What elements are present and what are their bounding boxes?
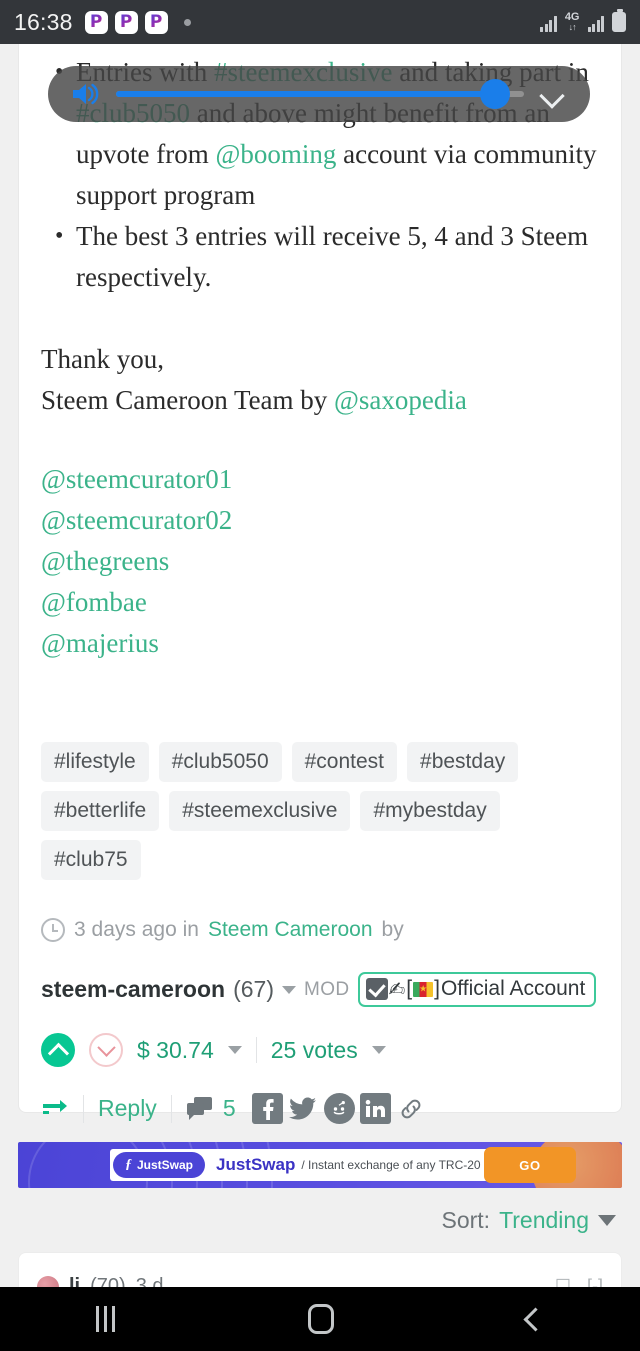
- justswap-logo: ƒ JustSwap: [113, 1152, 206, 1178]
- chevron-down-icon[interactable]: [538, 79, 568, 109]
- check-mark-icon: [365, 978, 388, 1000]
- reply-button[interactable]: Reply: [98, 1095, 157, 1122]
- tag-chip[interactable]: #lifestyle: [41, 742, 149, 782]
- comment-bubble-icon: [186, 1096, 212, 1120]
- comment-count: 5: [222, 1095, 236, 1121]
- sort-label: Sort:: [441, 1207, 491, 1233]
- data-transfer-arrows-icon: ↓↑: [568, 22, 577, 32]
- author-role-label: MOD: [303, 978, 350, 1000]
- divider: [170, 1094, 172, 1123]
- advertisement-banner[interactable]: ƒ JustSwap JustSwap / Instant exchange o…: [18, 1142, 622, 1188]
- signal-bars-icon-2: [587, 15, 604, 32]
- tag-list: #lifestyle #club5050 #contest #bestday #…: [19, 742, 621, 880]
- mention-link[interactable]: @thegreens: [41, 541, 599, 582]
- author-reputation: (67): [233, 976, 274, 1002]
- mention-link[interactable]: @majerius: [41, 623, 599, 664]
- bracket-close: ]: [434, 977, 440, 1000]
- volume-overlay[interactable]: [48, 66, 590, 122]
- chevron-down-icon[interactable]: [281, 985, 296, 994]
- vote-count[interactable]: 25 votes: [271, 1037, 358, 1064]
- page-scroll-area[interactable]: Entries with #steemexclusive and taking …: [0, 44, 640, 1312]
- post-card: Entries with #steemexclusive and taking …: [18, 44, 622, 1124]
- ad-description: / Instant exchange of any TRC-20 token: [301, 1158, 514, 1172]
- reddit-icon[interactable]: [323, 1093, 355, 1124]
- status-bar-notification-icons: P P P: [84, 10, 191, 34]
- status-bar: 16:38 P P P 4G ↓↑: [0, 0, 640, 44]
- justswap-mark-icon: ƒ: [125, 1157, 132, 1172]
- recents-icon[interactable]: [96, 1306, 116, 1332]
- vote-row: $ 30.74 25 votes: [19, 1033, 621, 1067]
- mention-link[interactable]: @steemcurator01: [41, 459, 599, 500]
- comment-group[interactable]: 5: [186, 1095, 236, 1122]
- payout-amount[interactable]: $ 30.74: [137, 1037, 214, 1064]
- upvote-button[interactable]: [41, 1033, 75, 1067]
- tag-chip[interactable]: #club75: [41, 840, 141, 880]
- mention-link[interactable]: @fombae: [41, 582, 599, 623]
- link-icon[interactable]: [396, 1093, 427, 1124]
- post-age: 3 days ago in: [74, 918, 199, 941]
- divider: [255, 1037, 257, 1063]
- community-link[interactable]: Steem Cameroon: [208, 918, 373, 942]
- share-icons: [251, 1093, 427, 1124]
- status-bar-system-icons: 4G ↓↑: [540, 9, 626, 32]
- volume-slider-fill: [116, 91, 496, 97]
- ad-content: ƒ JustSwap JustSwap / Instant exchange o…: [110, 1147, 576, 1183]
- linkedin-icon[interactable]: [359, 1093, 391, 1124]
- home-icon[interactable]: [307, 1304, 334, 1334]
- mention-link[interactable]: @steemcurator02: [41, 500, 599, 541]
- speaker-on-icon[interactable]: [70, 79, 106, 109]
- status-badge: ✍ [] Official Account: [357, 972, 597, 1007]
- thanks-line: Thank you,: [41, 344, 164, 374]
- votes-chevron-down-icon[interactable]: [371, 1046, 386, 1054]
- downvote-button[interactable]: [89, 1033, 123, 1067]
- app-notification-icon: P: [84, 10, 108, 34]
- payout-chevron-down-icon[interactable]: [227, 1046, 242, 1054]
- android-navigation-bar: [0, 1287, 640, 1351]
- back-icon[interactable]: [523, 1306, 548, 1332]
- signal-bars-icon: [540, 15, 557, 32]
- team-line: Steem Cameroon Team by @saxopedia: [41, 380, 599, 421]
- caret-down-icon[interactable]: [598, 1215, 616, 1226]
- ad-brand: JustSwap: [216, 1155, 296, 1174]
- app-notification-icon: P: [144, 10, 168, 34]
- author-row: steem-cameroon (67) MOD ✍ [] Official Ac…: [19, 972, 621, 1007]
- battery-icon: [612, 9, 626, 32]
- author-name[interactable]: steem-cameroon: [41, 976, 225, 1003]
- phone-screen: 16:38 P P P 4G ↓↑ Entries with #steemexc…: [0, 0, 640, 1351]
- tag-chip[interactable]: #club5050: [158, 742, 282, 782]
- by-label: by: [381, 918, 404, 941]
- divider: [83, 1094, 84, 1123]
- cameroon-flag-icon: [413, 981, 434, 997]
- ad-cta-button[interactable]: GO: [484, 1147, 576, 1183]
- justswap-logo-text: JustSwap: [137, 1158, 194, 1172]
- mobile-network-icon: 4G ↓↑: [565, 12, 580, 32]
- bracket-open: [: [406, 977, 413, 1000]
- tag-chip[interactable]: #steemexclusive: [169, 791, 351, 831]
- post-content: Entries with #steemexclusive and taking …: [19, 44, 621, 664]
- bullet-item: The best 3 entries will receive 5, 4 and…: [41, 216, 599, 298]
- notification-dot-icon: [183, 18, 191, 26]
- app-notification-icon: P: [114, 10, 138, 34]
- volume-slider-thumb[interactable]: [480, 79, 511, 109]
- tag-chip[interactable]: #contest: [291, 742, 398, 782]
- sort-control[interactable]: Sort: Trending: [441, 1207, 616, 1234]
- facebook-icon[interactable]: [251, 1093, 283, 1124]
- sort-value[interactable]: Trending: [499, 1207, 589, 1234]
- volume-slider[interactable]: [116, 79, 524, 109]
- action-row: Reply 5: [19, 1093, 621, 1124]
- tag-chip[interactable]: #betterlife: [41, 791, 160, 831]
- tag-chip[interactable]: #mybestday: [360, 791, 500, 831]
- twitter-icon[interactable]: [288, 1093, 319, 1124]
- clock-icon: [41, 918, 65, 942]
- badge-label: Official Account: [440, 977, 586, 1000]
- bullet-text: The best 3 entries will receive 5, 4 and…: [76, 221, 589, 292]
- team-line-prefix: Steem Cameroon Team by: [41, 385, 335, 415]
- resteem-arrow-icon[interactable]: [41, 1097, 69, 1121]
- post-meta: 3 days ago in Steem Cameroon by: [19, 918, 621, 942]
- author-mention-link[interactable]: @saxopedia: [334, 385, 467, 415]
- mention-link[interactable]: @booming: [215, 139, 336, 169]
- tag-chip[interactable]: #bestday: [407, 742, 519, 782]
- writing-hand-icon: ✍: [388, 977, 406, 1001]
- status-bar-clock: 16:38: [14, 8, 73, 35]
